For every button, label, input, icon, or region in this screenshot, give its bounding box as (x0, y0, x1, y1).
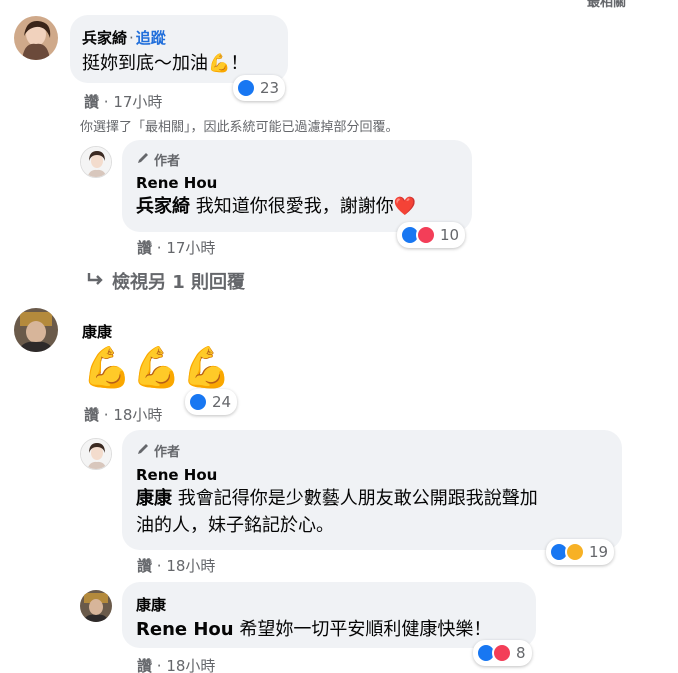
view-more-replies[interactable]: 檢視另 1 則回覆 (86, 268, 245, 294)
comment-meta: 讚 · 18小時 (84, 406, 163, 424)
mention-link[interactable]: 兵家綺 (136, 196, 190, 217)
like-icon (236, 78, 256, 98)
like-link[interactable]: 讚 (84, 406, 99, 424)
mention-link[interactable]: 康康 (136, 488, 172, 509)
comment-text: 挺妳到底～加油💪！ (82, 53, 249, 74)
comment-author-name[interactable]: 兵家綺 (82, 29, 127, 47)
reply-bubble-rene: 作者 Rene Hou 兵家綺 我知道你很愛我，謝謝你❤️ (122, 140, 472, 232)
reply-body-line1: 我會記得你是少數藝人朋友敢公開跟我說聲加 (172, 488, 538, 509)
timestamp[interactable]: 18小時 (113, 406, 162, 424)
reaction-summary[interactable]: 23 (233, 75, 286, 101)
reply-meta: 讚 · 18小時 (137, 557, 216, 575)
reply-text: 兵家綺 我知道你很愛我，謝謝你❤️ (136, 193, 458, 220)
avatar-bing-icon[interactable] (14, 16, 58, 60)
follow-button[interactable]: 追蹤 (136, 29, 166, 47)
reply-meta: 讚 · 17小時 (137, 239, 216, 257)
reply-body-line2: 油的人，妹子銘記於心。 (136, 515, 334, 536)
author-badge: 作者 (136, 150, 458, 169)
comment-text: 💪💪💪 (82, 345, 232, 391)
love-icon (416, 225, 436, 245)
view-more-label: 檢視另 1 則回覆 (112, 272, 246, 293)
pen-icon (136, 442, 150, 460)
avatar-rene-icon[interactable] (80, 438, 112, 470)
timestamp[interactable]: 17小時 (166, 239, 215, 257)
reply-text: 康康 我會記得你是少數藝人朋友敢公開跟我說聲加 油的人，妹子銘記於心。 (136, 485, 608, 539)
like-link[interactable]: 讚 (84, 93, 99, 111)
author-badge: 作者 (136, 441, 608, 460)
like-icon (188, 392, 208, 412)
reply-body: 希望妳一切平安順利健康快樂！ (233, 619, 492, 640)
mention-link[interactable]: Rene Hou (136, 619, 234, 640)
reply-author-name[interactable]: 康康 (136, 594, 522, 615)
comment-meta: 讚 · 17小時 (84, 93, 163, 111)
comment-author-name[interactable]: 康康 (82, 321, 112, 342)
reaction-summary[interactable]: 8 (473, 640, 532, 666)
avatar-kangkang-icon[interactable] (80, 590, 112, 622)
reaction-count: 19 (589, 543, 609, 561)
pen-icon (136, 151, 150, 169)
reply-bubble-kangkang: 康康 Rene Hou 希望妳一切平安順利健康快樂！ (122, 582, 536, 648)
avatar-rene-icon[interactable] (80, 146, 112, 178)
reply-arrow-icon (86, 271, 104, 292)
reply-author-name[interactable]: Rene Hou (136, 466, 608, 484)
reaction-count: 24 (212, 393, 232, 411)
reply-meta: 讚 · 18小時 (137, 657, 216, 673)
reply-text: Rene Hou 希望妳一切平安順利健康快樂！ (136, 616, 522, 643)
sort-label-cut[interactable]: 最相關 (587, 0, 626, 10)
reaction-summary[interactable]: 24 (185, 389, 238, 415)
filter-note: 你選擇了「最相關」，因此系統可能已過濾掉部分回覆。 (80, 120, 399, 135)
separator-dot: · (129, 29, 134, 47)
reaction-summary[interactable]: 10 (397, 222, 466, 248)
author-badge-label: 作者 (154, 154, 181, 169)
avatar-kangkang-icon[interactable] (14, 308, 58, 352)
reaction-count: 23 (260, 79, 280, 97)
comment-bubble-bing: 兵家綺 · 追蹤 挺妳到底～加油💪！ (70, 15, 288, 83)
reaction-count: 10 (440, 226, 460, 244)
reply-bubble-rene: 作者 Rene Hou 康康 我會記得你是少數藝人朋友敢公開跟我說聲加 油的人，… (122, 430, 622, 550)
reaction-summary[interactable]: 19 (546, 539, 615, 565)
love-icon (492, 643, 512, 663)
like-link[interactable]: 讚 (137, 239, 152, 257)
author-badge-label: 作者 (154, 445, 181, 460)
reply-author-name[interactable]: Rene Hou (136, 174, 458, 192)
timestamp[interactable]: 17小時 (113, 93, 162, 111)
timestamp[interactable]: 18小時 (166, 557, 215, 575)
reaction-count: 8 (516, 644, 526, 662)
care-icon (565, 542, 585, 562)
timestamp[interactable]: 18小時 (166, 657, 215, 673)
reply-body: 我知道你很愛我，謝謝你❤️ (190, 196, 417, 217)
like-link[interactable]: 讚 (137, 557, 152, 575)
like-link[interactable]: 讚 (137, 657, 152, 673)
